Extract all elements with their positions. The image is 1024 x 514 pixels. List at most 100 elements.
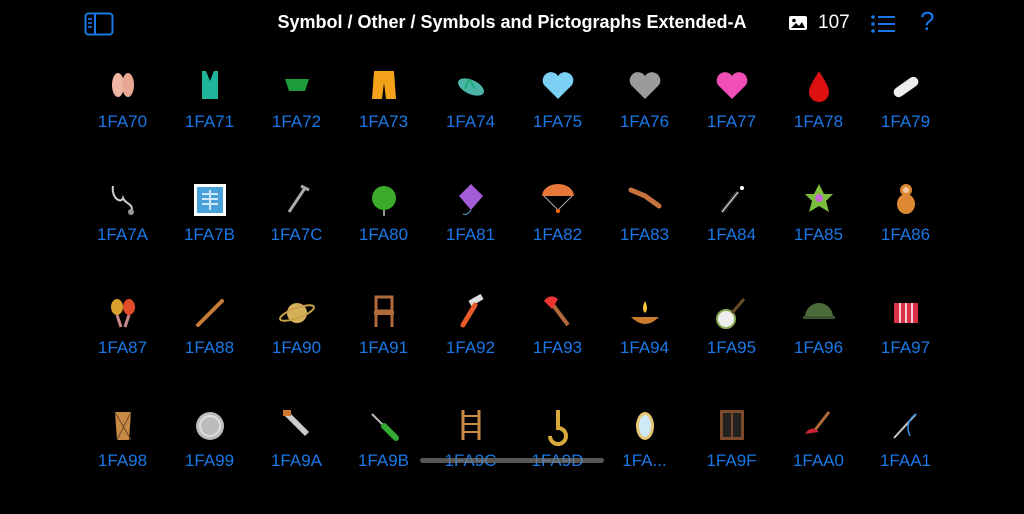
symbol-cell[interactable]: 1FA77	[688, 62, 775, 175]
symbol-code: 1FA77	[706, 112, 757, 131]
symbol-cell[interactable]: 1FA72	[253, 62, 340, 175]
diya-lamp-icon	[601, 288, 688, 338]
coin-icon	[166, 401, 253, 451]
photo-icon[interactable]	[788, 14, 808, 32]
symbol-code: 1FA91	[358, 338, 409, 357]
military-helmet-icon	[775, 288, 862, 338]
symbol-code: 1FA82	[532, 225, 583, 244]
symbol-cell[interactable]: 1FA84	[688, 175, 775, 288]
symbol-cell[interactable]: 1FA99	[166, 401, 253, 514]
hook-icon	[514, 401, 601, 451]
symbol-cell[interactable]: 1FA86	[862, 175, 949, 288]
symbol-cell[interactable]: 1FA70	[79, 62, 166, 175]
question-mark-icon[interactable]: ?	[920, 6, 934, 37]
symbol-cell[interactable]: 1FA83	[601, 175, 688, 288]
symbol-code: 1FA90	[271, 338, 322, 357]
adhesive-bandage-icon	[862, 62, 949, 112]
one-piece-swimsuit-icon	[166, 62, 253, 112]
symbol-code: 1FAA1	[879, 451, 932, 470]
symbol-code: 1FA87	[97, 338, 148, 357]
symbol-code: 1FA93	[532, 338, 583, 357]
symbol-code: 1FA...	[622, 451, 667, 470]
magic-wand-icon	[688, 175, 775, 225]
axe-icon	[514, 288, 601, 338]
thong-sandal-icon	[427, 62, 514, 112]
symbol-code: 1FA94	[619, 338, 670, 357]
symbol-cell[interactable]: 1FA94	[601, 288, 688, 401]
symbol-code: 1FAA0	[792, 451, 845, 470]
symbol-cell[interactable]: 1FA82	[514, 175, 601, 288]
symbol-cell[interactable]: 1FA9F	[688, 401, 775, 514]
symbol-count: 107	[818, 12, 850, 33]
symbol-cell[interactable]: 1FA95	[688, 288, 775, 401]
shorts-icon	[340, 62, 427, 112]
razor-icon	[427, 288, 514, 338]
symbol-cell[interactable]: 1FA80	[340, 175, 427, 288]
symbol-cell[interactable]: 1FA97	[862, 288, 949, 401]
symbol-cell[interactable]: 1FA88	[166, 288, 253, 401]
symbol-cell[interactable]: 1FA7B	[166, 175, 253, 288]
symbol-cell[interactable]: 1FA78	[775, 62, 862, 175]
symbol-cell[interactable]: 1FA9B	[340, 401, 427, 514]
symbol-cell[interactable]: 1FAA0	[775, 401, 862, 514]
pinata-icon	[775, 175, 862, 225]
symbol-code: 1FA80	[358, 225, 409, 244]
symbol-code: 1FA9F	[706, 451, 757, 470]
ballet-shoes-icon	[79, 62, 166, 112]
symbol-cell[interactable]: 1FAA1	[862, 401, 949, 514]
symbol-code: 1FA9B	[357, 451, 410, 470]
symbol-cell[interactable]: 1FA96	[775, 288, 862, 401]
yo-yo-icon	[340, 175, 427, 225]
symbol-cell[interactable]: 1FA90	[253, 288, 340, 401]
symbol-code: 1FA70	[97, 112, 148, 131]
symbol-code: 1FA9A	[270, 451, 323, 470]
symbol-cell[interactable]: 1FA81	[427, 175, 514, 288]
flute-icon	[166, 288, 253, 338]
symbol-code: 1FA7A	[96, 225, 149, 244]
symbol-code: 1FA74	[445, 112, 496, 131]
ringed-planet-icon	[253, 288, 340, 338]
window-icon	[688, 401, 775, 451]
navigation-bar: Symbol / Other / Symbols and Pictographs…	[0, 0, 1024, 50]
symbol-code: 1FA85	[793, 225, 844, 244]
symbol-code: 1FA72	[271, 112, 322, 131]
symbol-cell[interactable]: 1FA73	[340, 62, 427, 175]
symbol-cell[interactable]: 1FA85	[775, 175, 862, 288]
symbol-code: 1FA78	[793, 112, 844, 131]
symbol-cell[interactable]: 1FA79	[862, 62, 949, 175]
symbol-cell[interactable]: 1FA9A	[253, 401, 340, 514]
parachute-icon	[514, 175, 601, 225]
pink-heart-icon	[688, 62, 775, 112]
symbol-cell[interactable]: 1FA87	[79, 288, 166, 401]
plunger-icon	[775, 401, 862, 451]
symbol-code: 1FA98	[97, 451, 148, 470]
symbol-cell[interactable]: 1FA7C	[253, 175, 340, 288]
symbol-code: 1FA71	[184, 112, 235, 131]
stethoscope-icon	[79, 175, 166, 225]
symbol-code: 1FA95	[706, 338, 757, 357]
mirror-icon	[601, 401, 688, 451]
list-icon[interactable]	[870, 13, 896, 35]
accordion-icon	[862, 288, 949, 338]
symbol-cell[interactable]: 1FA76	[601, 62, 688, 175]
chair-icon	[340, 288, 427, 338]
symbol-code: 1FA83	[619, 225, 670, 244]
symbol-code: 1FA88	[184, 338, 235, 357]
symbol-code: 1FA99	[184, 451, 235, 470]
carpentry-saw-icon	[253, 401, 340, 451]
symbol-code: 1FA81	[445, 225, 496, 244]
symbol-cell[interactable]: 1FA71	[166, 62, 253, 175]
grey-heart-icon	[601, 62, 688, 112]
symbol-cell[interactable]: 1FA91	[340, 288, 427, 401]
long-drum-icon	[79, 401, 166, 451]
symbol-code: 1FA84	[706, 225, 757, 244]
symbol-cell[interactable]: 1FA98	[79, 401, 166, 514]
symbol-cell[interactable]: 1FA93	[514, 288, 601, 401]
symbol-cell[interactable]: 1FA75	[514, 62, 601, 175]
symbol-cell[interactable]: 1FA7A	[79, 175, 166, 288]
symbol-cell[interactable]: 1FA...	[601, 401, 688, 514]
drop-of-blood-icon	[775, 62, 862, 112]
symbol-cell[interactable]: 1FA92	[427, 288, 514, 401]
symbol-cell[interactable]: 1FA74	[427, 62, 514, 175]
ladder-icon	[427, 401, 514, 451]
